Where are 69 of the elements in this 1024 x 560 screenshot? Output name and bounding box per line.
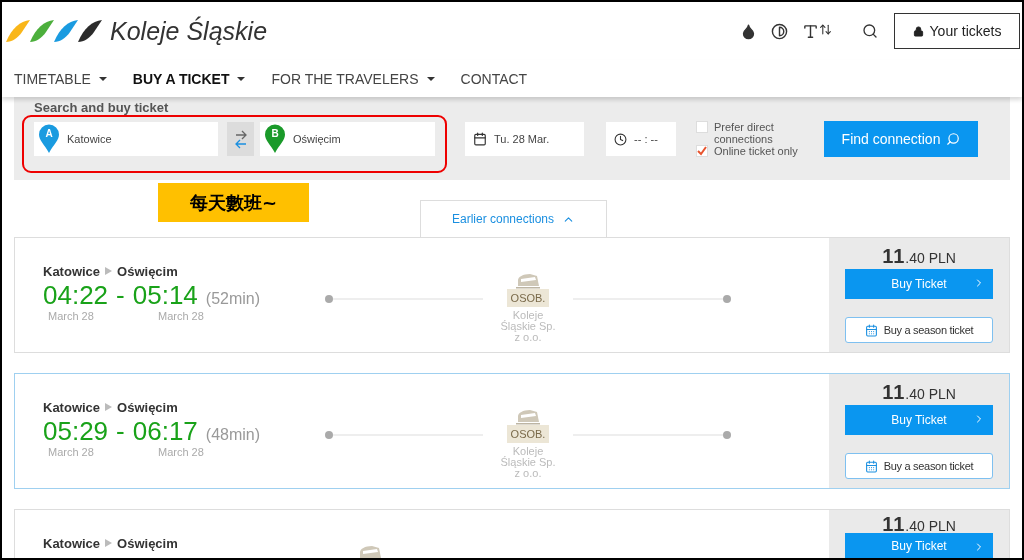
marker-label: A [44, 128, 54, 139]
train-type-badge: OSOB. [506, 289, 550, 307]
search-icon[interactable] [862, 23, 878, 39]
season-ticket-button[interactable]: Buy a season ticket [845, 453, 993, 479]
date-field[interactable]: Tu. 28 Mar. [465, 122, 584, 156]
arrival-date: March 28 [158, 446, 204, 458]
season-ticket-button[interactable]: Buy a season ticket [845, 317, 993, 343]
duration: (48min) [205, 426, 261, 444]
timeline-dot [723, 431, 731, 439]
marker-label: B [270, 128, 280, 139]
contrast-icon[interactable] [771, 22, 788, 40]
arrival-time: 05:14 [132, 280, 198, 311]
arrow-icon [105, 539, 113, 547]
nav-item[interactable]: BUY A TICKET [132, 70, 246, 87]
to-field[interactable]: B Oświęcim [260, 122, 435, 156]
text-size-icon[interactable] [802, 22, 832, 40]
arrow-icon [105, 403, 113, 411]
price: 11.40 PLN [882, 381, 956, 405]
nav-item[interactable]: CONTACT [460, 70, 528, 87]
train-icon [515, 273, 541, 289]
duration: (52min) [205, 290, 261, 308]
annotation-label: 每天數班~ [158, 183, 309, 222]
time-separator: - [116, 280, 125, 311]
checkbox[interactable] [696, 145, 708, 157]
nav-item[interactable]: TIMETABLE [14, 70, 107, 87]
calendar-icon [864, 459, 878, 473]
swap-icon [233, 129, 248, 149]
swap-button[interactable] [227, 122, 254, 156]
timeline-dot [723, 295, 731, 303]
option-label: Online ticket only [714, 145, 798, 157]
tickets-button[interactable]: Your tickets [894, 13, 1020, 49]
logo-text: Koleje Śląskie [110, 16, 268, 46]
train-icon [515, 409, 541, 425]
from-station: Katowice [43, 399, 101, 415]
timeline-dot [325, 295, 333, 303]
time-field[interactable]: -- : -- [606, 122, 676, 156]
operator-name: Koleje Śląskie Sp. z o.o. [499, 446, 557, 479]
nav-item[interactable]: FOR THE TRAVELERS [271, 70, 435, 87]
lock-icon [912, 25, 924, 37]
operator-name: Koleje Śląskie Sp. z o.o. [499, 310, 557, 343]
departure-date: March 28 [48, 310, 95, 322]
timeline-dot [325, 431, 333, 439]
drop-icon[interactable] [740, 22, 757, 40]
price: 11.40 PLN [882, 245, 956, 269]
map-pin-icon [264, 124, 286, 154]
to-station: Oświęcim [117, 263, 178, 279]
from-station: Katowice [43, 535, 101, 551]
to-station: Oświęcim [117, 535, 178, 551]
clock-icon [614, 132, 627, 146]
arrival-time: 06:17 [132, 416, 198, 447]
train-type-badge: OSOB. [506, 425, 550, 443]
from-station: Katowice [43, 263, 101, 279]
earlier-connections-button[interactable]: Earlier connections [420, 200, 607, 237]
departure-time: 04:22 [43, 280, 109, 311]
map-pin-icon [38, 124, 60, 154]
departure-date: March 28 [48, 446, 95, 458]
logo-icon [4, 18, 104, 44]
to-station: Oświęcim [117, 399, 178, 415]
price: 11.40 PLN [882, 513, 956, 533]
arrival-date: March 28 [158, 310, 204, 322]
calendar-icon [473, 132, 487, 146]
search-icon [946, 132, 961, 146]
departure-time: 05:29 [43, 416, 109, 447]
arrow-icon [105, 267, 113, 275]
panel-title: Search and buy ticket [34, 100, 169, 116]
option-label: Prefer direct connections [714, 121, 775, 145]
from-field[interactable]: A Katowice [34, 122, 218, 156]
calendar-icon [864, 323, 878, 337]
time-separator: - [116, 416, 125, 447]
